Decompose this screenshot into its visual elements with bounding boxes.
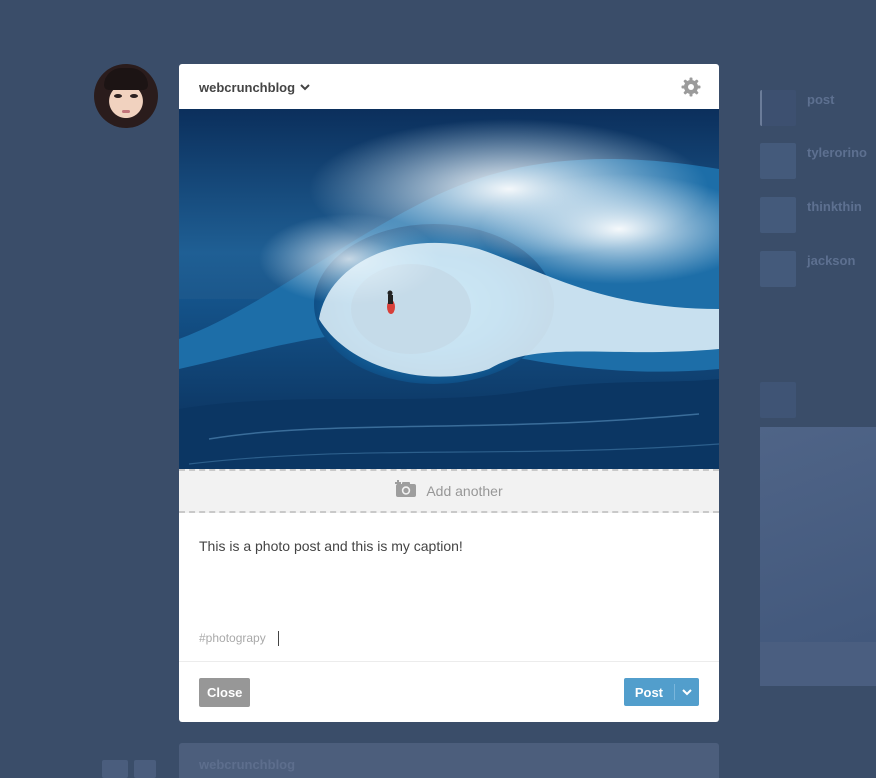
blog-selector[interactable]: webcrunchblog: [199, 79, 310, 95]
sidebar-ad-image: [760, 427, 876, 642]
chevron-down-icon: [300, 78, 310, 96]
blog-name: webcrunchblog: [199, 79, 296, 95]
uploaded-photo: [179, 109, 719, 469]
sidebar-name: thinkthin: [807, 199, 862, 214]
sidebar-name: tylerorino: [807, 145, 867, 160]
sidebar-thumb: [760, 143, 796, 179]
post-button[interactable]: Post: [623, 678, 674, 706]
next-post-card: webcrunchblog: [179, 743, 719, 778]
text-cursor: [277, 630, 279, 646]
sidebar-row: jackson: [760, 251, 876, 291]
tag-chip[interactable]: #photograpy: [199, 631, 266, 645]
sidebar-row: thinkthin: [760, 197, 876, 237]
dialog-header: webcrunchblog: [179, 64, 719, 109]
camera-icon: [100, 748, 158, 778]
sidebar-thumb: [760, 197, 796, 233]
sidebar-thumb: [760, 251, 796, 287]
sidebar-thumb: [760, 90, 796, 126]
add-another-photo-button[interactable]: Add another: [179, 469, 719, 513]
add-another-label: Add another: [426, 483, 503, 499]
user-avatar[interactable]: [94, 64, 158, 128]
close-button[interactable]: Close: [199, 678, 251, 707]
button-divider: [674, 678, 675, 706]
post-options-button[interactable]: [675, 678, 699, 706]
next-post-blog-name: webcrunchblog: [199, 757, 296, 772]
caption-text-field[interactable]: This is a photo post and this is my capt…: [199, 537, 699, 555]
photo-post-dialog: webcrunchblog Add another This is a phot…: [179, 64, 719, 722]
avatar-mouth: [122, 110, 130, 113]
sidebar-ad-footer: [760, 642, 876, 686]
avatar-eye: [114, 94, 122, 98]
post-button-group: Post: [623, 678, 699, 706]
dialog-footer: Close Post: [179, 661, 719, 722]
sidebar-name: jackson: [807, 253, 856, 268]
sidebar-row: tylerorino: [760, 143, 876, 183]
chevron-down-icon: [682, 683, 692, 701]
gear-icon[interactable]: [681, 77, 701, 97]
sidebar-row: post: [760, 90, 876, 130]
sidebar-thumb: [760, 382, 796, 418]
sidebar-name: post: [807, 92, 835, 107]
tags-input[interactable]: #photograpy: [199, 630, 279, 646]
sidebar-row: [760, 382, 876, 422]
avatar-hair: [104, 68, 148, 90]
avatar-eye: [130, 94, 138, 98]
camera-plus-icon: [395, 479, 417, 503]
dimmed-sidebar: post tylerorino thinkthin jackson: [760, 0, 876, 778]
